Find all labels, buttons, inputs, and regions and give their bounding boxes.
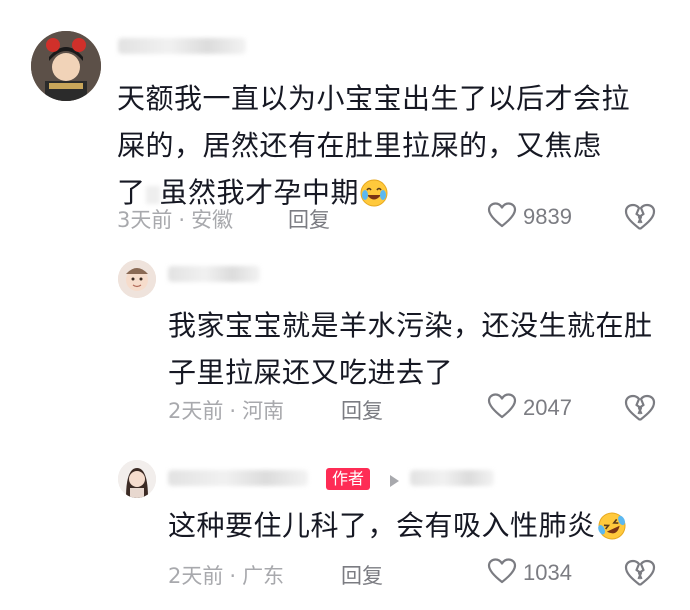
reply-button[interactable]: 回复	[341, 560, 383, 590]
username-blurred[interactable]	[168, 470, 308, 486]
comment-meta: 2天前 · 广东	[168, 560, 284, 590]
separator: ·	[229, 399, 237, 423]
like-button[interactable]: 1034	[487, 557, 572, 589]
like-button[interactable]: 9839	[487, 201, 572, 233]
timestamp: 2天前	[168, 399, 224, 423]
avatar[interactable]	[31, 31, 101, 101]
location: 河南	[242, 399, 285, 423]
separator: ·	[229, 564, 237, 588]
separator: ·	[178, 208, 186, 232]
username-blurred[interactable]	[118, 38, 246, 54]
reply-button[interactable]: 回复	[341, 395, 383, 425]
timestamp: 3天前	[117, 208, 173, 232]
broken-heart-icon[interactable]	[624, 202, 656, 236]
reply-arrow-icon	[388, 473, 400, 492]
comment-meta: 2天前 · 河南	[168, 395, 284, 425]
author-badge: 作者	[326, 468, 371, 490]
tears-of-joy-emoji-icon	[359, 175, 389, 222]
comment-text: 我家宝宝就是羊水污染，还没生就在肚 子里拉屎还又吃进去了	[168, 309, 653, 389]
comment-3: 作者 这种要住儿科了，会有吸入性肺炎 2天前 · 广东 回复 1034	[0, 430, 690, 610]
username-blurred[interactable]	[168, 266, 260, 282]
comment-text: 这种要住儿科了，会有吸入性肺炎	[168, 502, 678, 555]
avatar[interactable]	[118, 260, 156, 298]
timestamp: 2天前	[168, 564, 224, 588]
like-button[interactable]: 2047	[487, 392, 572, 424]
heart-outline-icon	[487, 392, 517, 424]
broken-heart-icon[interactable]	[624, 558, 656, 592]
heart-outline-icon	[487, 201, 517, 233]
blurred-fragment	[145, 186, 160, 204]
comment-2: 我家宝宝就是羊水污染，还没生就在肚 子里拉屎还又吃进去了 2天前 · 河南 回复 2…	[0, 250, 690, 430]
comment-text: 天额我一直以为小宝宝出生了以后才会拉 屎的，居然还有在肚里拉屎的，又焦虑 了虽然…	[117, 75, 677, 222]
broken-heart-icon[interactable]	[624, 393, 656, 427]
reply-to-username-blurred[interactable]	[410, 470, 494, 486]
location: 广东	[242, 564, 285, 588]
like-count: 9839	[523, 204, 572, 229]
like-count: 1034	[523, 560, 572, 585]
comment-meta: 3天前 · 安徽	[117, 204, 233, 234]
location: 安徽	[191, 208, 234, 232]
comment-1: 天额我一直以为小宝宝出生了以后才会拉 屎的，居然还有在肚里拉屎的，又焦虑 了虽然…	[0, 0, 690, 250]
heart-outline-icon	[487, 557, 517, 589]
avatar[interactable]	[118, 460, 156, 498]
like-count: 2047	[523, 395, 572, 420]
reply-button[interactable]: 回复	[288, 204, 330, 234]
rolling-laughing-emoji-icon	[596, 508, 628, 555]
